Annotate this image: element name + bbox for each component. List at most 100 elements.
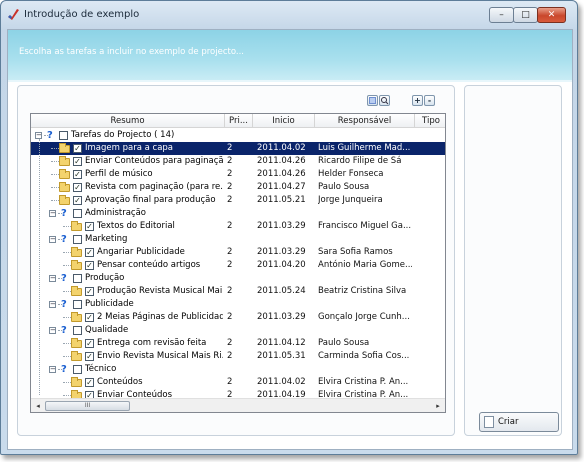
- tree-group-row[interactable]: −? Produção: [31, 272, 445, 285]
- horizontal-scrollbar[interactable]: ◂ III ▸: [31, 398, 445, 412]
- start-date-cell: 2011.03.29: [257, 221, 306, 231]
- group-checkbox[interactable]: [73, 235, 82, 244]
- question-mark-icon: ?: [61, 364, 67, 375]
- collapse-icon[interactable]: -: [424, 95, 435, 106]
- task-checkbox[interactable]: ✓: [85, 287, 94, 296]
- folder-icon: [59, 156, 70, 166]
- collapse-node-icon[interactable]: −: [49, 236, 56, 243]
- title-bar[interactable]: Introdução de exemplo – □ ✕: [1, 1, 577, 29]
- task-checkbox[interactable]: ✓: [85, 313, 94, 322]
- task-panel: + - Resumo Pri... Inicio Responsável Tip…: [17, 85, 455, 436]
- start-date-cell: 2011.04.20: [257, 260, 306, 270]
- priority-cell: 2: [227, 286, 233, 296]
- task-grid: Resumo Pri... Inicio Responsável Tipo −?…: [30, 113, 446, 413]
- create-button[interactable]: Criar: [479, 412, 559, 432]
- tree-connector: [63, 382, 71, 383]
- table-row[interactable]: ✓ Angariar Publicidade 2 2011.03.29 Sara Sof…: [31, 246, 445, 259]
- start-date-cell: [257, 363, 309, 376]
- task-checkbox[interactable]: ✓: [73, 144, 82, 153]
- priority-cell: [227, 324, 247, 337]
- start-date-cell: [257, 207, 309, 220]
- priority-cell: 2: [227, 143, 233, 153]
- table-row[interactable]: ✓ Envio Revista Musical Mais Ri... 2 2011.0…: [31, 350, 445, 363]
- collapse-node-icon[interactable]: −: [49, 210, 56, 217]
- table-row[interactable]: ✓ Aprovação final para produção 2 2011.05.2…: [31, 194, 445, 207]
- collapse-node-icon[interactable]: −: [49, 301, 56, 308]
- responsible-cell: Paulo Sousa: [318, 182, 370, 192]
- scroll-thumb[interactable]: III: [45, 401, 130, 411]
- banner-divider: [8, 80, 572, 82]
- scroll-left-icon[interactable]: ◂: [32, 400, 44, 412]
- column-header-inicio[interactable]: Inicio: [253, 114, 315, 128]
- group-name: Publicidade: [85, 299, 134, 309]
- responsible-cell: Elvira Cristina P. An...: [318, 377, 409, 387]
- table-row[interactable]: ✓ 2 Meias Páginas de Publicidade 2 2011.03.…: [31, 311, 445, 324]
- group-name: Produção: [85, 273, 125, 283]
- task-checkbox[interactable]: ✓: [85, 248, 94, 257]
- table-row[interactable]: ✓ Conteúdos 2 2011.04.02 Elvira Cristina P. …: [31, 376, 445, 389]
- search-icon[interactable]: [379, 95, 390, 106]
- window-title: Introdução de exemplo: [24, 9, 140, 20]
- task-checkbox[interactable]: ✓: [85, 222, 94, 231]
- task-checkbox[interactable]: ✓: [73, 170, 82, 179]
- table-row[interactable]: ✓ Perfil de músico 2 2011.04.26 Helder Fonse…: [31, 168, 445, 181]
- group-checkbox[interactable]: [59, 131, 68, 140]
- priority-cell: [227, 129, 247, 142]
- collapse-node-icon[interactable]: −: [49, 275, 56, 282]
- task-checkbox[interactable]: ✓: [85, 339, 94, 348]
- collapse-node-icon[interactable]: −: [35, 132, 42, 139]
- responsible-cell: Ricardo Filipe de Sá: [318, 156, 402, 166]
- table-row[interactable]: ✓ Entrega com revisão feita 2 2011.04.12 Pau…: [31, 337, 445, 350]
- maximize-button[interactable]: □: [513, 7, 538, 23]
- tree-group-row[interactable]: −? Publicidade: [31, 298, 445, 311]
- table-row[interactable]: ✓ Revista com paginação (para re... 2 2011.…: [31, 181, 445, 194]
- minimize-button[interactable]: –: [489, 7, 514, 23]
- tree-group-row[interactable]: −? Qualidade: [31, 324, 445, 337]
- group-checkbox[interactable]: [73, 274, 82, 283]
- task-checkbox[interactable]: ✓: [73, 196, 82, 205]
- table-row[interactable]: ✓ Produção Revista Musical Mai... 2 2011.05…: [31, 285, 445, 298]
- task-checkbox[interactable]: ✓: [73, 183, 82, 192]
- column-header-prioridade[interactable]: Pri...: [225, 114, 253, 128]
- table-row[interactable]: ✓ Textos do Editorial 2 2011.03.29 Francisco…: [31, 220, 445, 233]
- group-checkbox[interactable]: [73, 326, 82, 335]
- priority-cell: 2: [227, 195, 233, 205]
- task-checkbox[interactable]: ✓: [73, 157, 82, 166]
- task-checkbox[interactable]: ✓: [85, 261, 94, 270]
- close-button[interactable]: ✕: [537, 7, 566, 23]
- task-checkbox[interactable]: ✓: [85, 378, 94, 387]
- grid-header: Resumo Pri... Inicio Responsável Tipo: [31, 114, 445, 128]
- responsible-cell: [318, 129, 412, 142]
- table-row[interactable]: ✓ Pensar conteúdo artigos 2 2011.04.20 Antón…: [31, 259, 445, 272]
- task-name: 2 Meias Páginas de Publicidade: [97, 312, 223, 322]
- group-checkbox[interactable]: [73, 365, 82, 374]
- start-date-cell: 2011.04.02: [257, 377, 306, 387]
- tree-group-row[interactable]: −? Marketing: [31, 233, 445, 246]
- task-name: Conteúdos: [97, 377, 143, 387]
- start-date-cell: 2011.04.26: [257, 156, 306, 166]
- group-name: Tarefas do Projecto ( 14): [71, 130, 175, 140]
- filter-icon[interactable]: [367, 95, 378, 106]
- group-checkbox[interactable]: [73, 209, 82, 218]
- tree-group-row[interactable]: −? Tarefas do Projecto ( 14): [31, 129, 445, 142]
- table-row[interactable]: ✓ Enviar Conteúdos para paginação 2 2011.04…: [31, 155, 445, 168]
- tree-group-row[interactable]: −? Administração: [31, 207, 445, 220]
- tree-connector: [51, 148, 59, 149]
- table-row[interactable]: ✓ Imagem para a capa 2 2011.04.02 Luis Guilh…: [31, 142, 445, 155]
- column-header-tipo[interactable]: Tipo: [415, 114, 445, 128]
- responsible-cell: Sara Sofia Ramos: [318, 247, 393, 257]
- tree-connector: [51, 187, 59, 188]
- collapse-node-icon[interactable]: −: [49, 366, 56, 373]
- expand-icon[interactable]: +: [412, 95, 423, 106]
- start-date-cell: 2011.04.26: [257, 169, 306, 179]
- column-header-resumo[interactable]: Resumo: [31, 114, 225, 128]
- tree-connector: [63, 291, 71, 292]
- task-checkbox[interactable]: ✓: [85, 352, 94, 361]
- tree-group-row[interactable]: −? Técnico: [31, 363, 445, 376]
- collapse-node-icon[interactable]: −: [49, 327, 56, 334]
- main-window: Introdução de exemplo – □ ✕ Escolha as t…: [0, 0, 578, 455]
- grid-toolbar: + -: [18, 86, 454, 108]
- group-checkbox[interactable]: [73, 300, 82, 309]
- column-header-responsavel[interactable]: Responsável: [315, 114, 415, 128]
- scroll-right-icon[interactable]: ▸: [432, 400, 444, 412]
